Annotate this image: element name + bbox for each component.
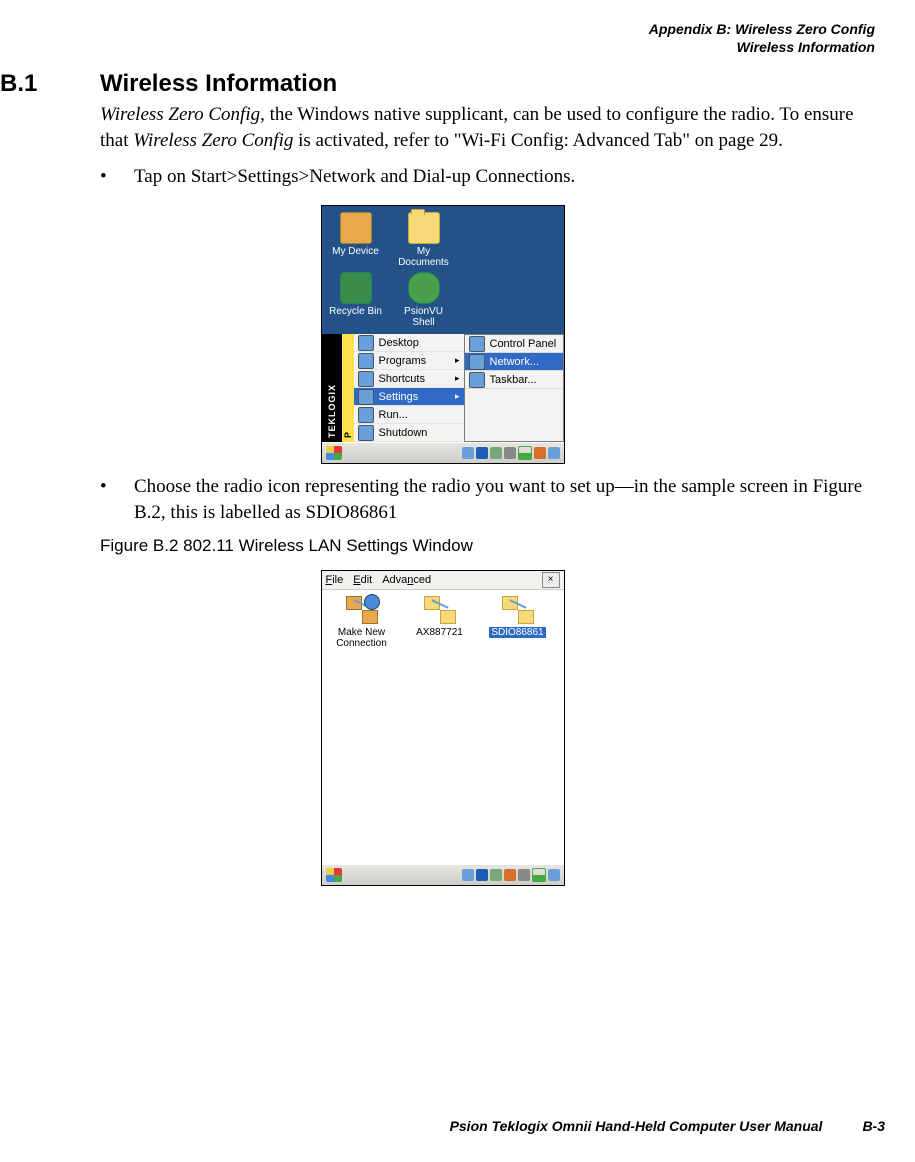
radio-adapter-icon xyxy=(502,596,534,624)
connections-area: Make New Connection AX887721 SDIO86861 xyxy=(322,590,564,864)
make-new-label: Make New Connection xyxy=(328,627,396,650)
sdio-label: SDIO86861 xyxy=(489,627,545,639)
pda-icon xyxy=(340,212,372,244)
taskbar-2 xyxy=(322,864,564,885)
start-button-2[interactable] xyxy=(326,868,342,882)
tray-generic-icon[interactable] xyxy=(462,869,474,881)
taskbar xyxy=(322,442,564,463)
footer-manual-title: Psion Teklogix Omnii Hand-Held Computer … xyxy=(450,1118,823,1134)
run-mini-icon xyxy=(358,407,374,423)
desktop-area: My Device My Documents Recycle Bin Psion… xyxy=(322,206,564,334)
network-tray-icon[interactable] xyxy=(490,869,502,881)
page-footer: Psion Teklogix Omnii Hand-Held Computer … xyxy=(450,1118,885,1134)
running-header: Appendix B: Wireless Zero Config Wireles… xyxy=(0,20,885,56)
network-mini-icon xyxy=(469,354,485,370)
network-adapter-icon xyxy=(424,596,456,624)
bullet-marker: • xyxy=(100,164,134,190)
bullet-step-1: • Tap on Start>Settings>Network and Dial… xyxy=(100,164,870,190)
signal-icon[interactable] xyxy=(532,868,546,882)
radio-icon-term: radio icon xyxy=(224,476,301,497)
menu-settings[interactable]: Settings▸ xyxy=(354,388,464,406)
figure-caption: Figure B.2 802.11 Wireless LAN Settings … xyxy=(100,536,885,556)
wzc-term-2: Wireless Zero Config xyxy=(133,130,293,151)
sdio-label-ref: SDIO86861 xyxy=(306,502,398,523)
make-new-connection[interactable]: Make New Connection xyxy=(328,596,396,650)
psion-icon xyxy=(408,272,440,304)
close-icon: × xyxy=(548,575,554,585)
psionvu-label: PsionVU Shell xyxy=(394,306,454,328)
taskbar-mini-icon xyxy=(469,372,485,388)
system-tray-2 xyxy=(462,868,560,882)
section-heading: B.1 Wireless Information xyxy=(0,70,885,98)
psionvu-shell-icon[interactable]: PsionVU Shell xyxy=(394,272,454,330)
programs-mini-icon xyxy=(358,353,374,369)
network-connections-screenshot: FFileile Edit Advanced × Make New Connec… xyxy=(321,570,565,886)
chevron-right-icon: ▸ xyxy=(455,355,460,366)
tray-generic-icon[interactable] xyxy=(462,447,474,459)
ax887721-connection[interactable]: AX887721 xyxy=(406,596,474,639)
tray-misc-icon[interactable] xyxy=(548,869,560,881)
menu-desktop[interactable]: Desktop xyxy=(354,334,464,352)
menu-programs[interactable]: Programs▸ xyxy=(354,352,464,370)
start-menu-area: TEKLOGIX P Desktop Programs▸ Shortcuts▸ … xyxy=(322,334,564,442)
menubar-file[interactable]: FFileile xyxy=(326,574,344,586)
battery-icon[interactable] xyxy=(504,447,516,459)
sdio86861-connection[interactable]: SDIO86861 xyxy=(484,596,552,639)
menu-shortcuts[interactable]: Shortcuts▸ xyxy=(354,370,464,388)
bluetooth-icon[interactable] xyxy=(476,447,488,459)
window-menubar: FFileile Edit Advanced × xyxy=(322,571,564,590)
menu-path: Start>Settings>Network and Dial-up Conne… xyxy=(191,166,576,187)
p-banner: P xyxy=(342,334,354,442)
folder-icon xyxy=(408,212,440,244)
tray-misc-icon[interactable] xyxy=(548,447,560,459)
my-documents-label: My Documents xyxy=(394,246,454,268)
status-icon[interactable] xyxy=(534,447,546,459)
menu-run[interactable]: Run... xyxy=(354,406,464,424)
bullet-marker: • xyxy=(100,474,134,525)
network-tray-icon[interactable] xyxy=(490,447,502,459)
my-device-label: My Device xyxy=(326,246,386,257)
control-panel-mini-icon xyxy=(469,336,485,352)
settings-submenu: Control Panel Network... Taskbar... xyxy=(464,334,564,442)
header-line-2: Wireless Information xyxy=(0,38,875,56)
start-menu-screenshot: My Device My Documents Recycle Bin Psion… xyxy=(321,205,565,464)
ax-label: AX887721 xyxy=(406,627,474,639)
system-tray xyxy=(462,446,560,460)
desktop-mini-icon xyxy=(358,335,374,351)
bullet-step-2: • Choose the radio icon representing the… xyxy=(100,474,870,525)
submenu-network[interactable]: Network... xyxy=(465,353,563,371)
section-number: B.1 xyxy=(0,70,100,98)
my-documents-icon[interactable]: My Documents xyxy=(394,212,454,270)
intro-paragraph: Wireless Zero Config, the Windows native… xyxy=(100,102,870,153)
close-button[interactable]: × xyxy=(542,572,560,588)
submenu-control-panel[interactable]: Control Panel xyxy=(465,335,563,353)
start-menu: Desktop Programs▸ Shortcuts▸ Settings▸ R… xyxy=(354,334,464,442)
signal-icon[interactable] xyxy=(518,446,532,460)
footer-page-number: B-3 xyxy=(862,1118,885,1134)
chevron-right-icon: ▸ xyxy=(455,373,460,384)
shortcuts-mini-icon xyxy=(358,371,374,387)
battery-icon[interactable] xyxy=(518,869,530,881)
my-device-icon[interactable]: My Device xyxy=(326,212,386,270)
chevron-right-icon: ▸ xyxy=(455,391,460,402)
new-connection-icon xyxy=(346,596,378,624)
status-icon[interactable] xyxy=(504,869,516,881)
recycle-bin-icon[interactable]: Recycle Bin xyxy=(326,272,386,330)
recycle-icon xyxy=(340,272,372,304)
recycle-bin-label: Recycle Bin xyxy=(326,306,386,317)
menu-shutdown[interactable]: Shutdown xyxy=(354,424,464,442)
wzc-term-1: Wireless Zero Config xyxy=(100,104,260,125)
header-line-1: Appendix B: Wireless Zero Config xyxy=(0,20,875,38)
menubar-advanced[interactable]: Advanced xyxy=(382,574,431,586)
submenu-taskbar[interactable]: Taskbar... xyxy=(465,371,563,389)
shutdown-mini-icon xyxy=(358,425,374,441)
start-button[interactable] xyxy=(326,446,342,460)
settings-mini-icon xyxy=(358,389,374,405)
bluetooth-icon[interactable] xyxy=(476,869,488,881)
menubar-edit[interactable]: Edit xyxy=(353,574,372,586)
teklogix-banner: TEKLOGIX xyxy=(322,334,342,442)
section-title: Wireless Information xyxy=(100,70,337,98)
